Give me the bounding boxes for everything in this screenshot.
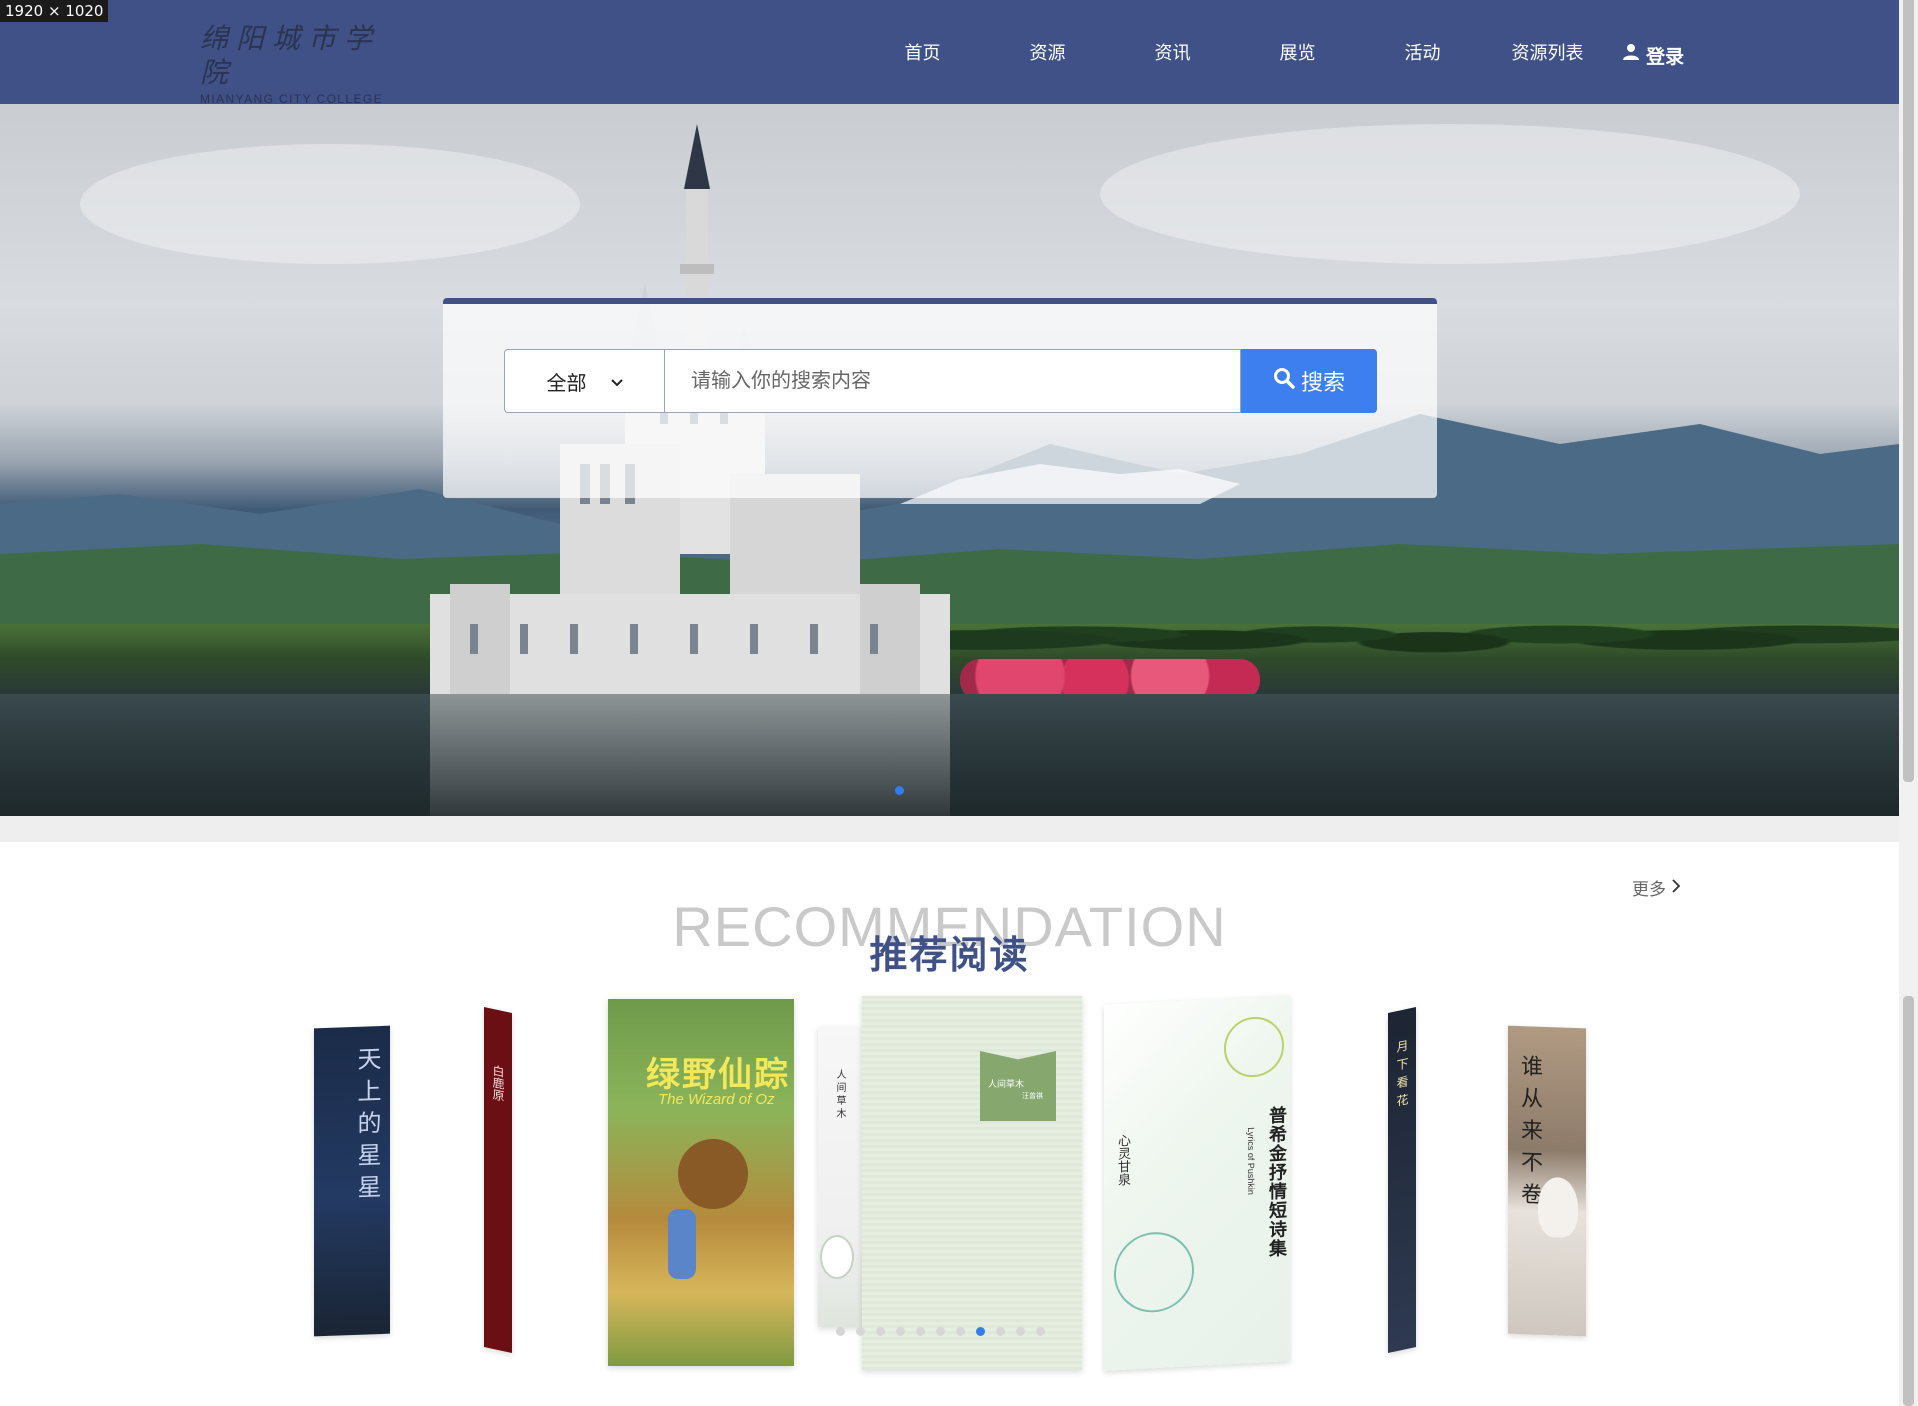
book-cover[interactable]: 普希金抒情短诗集 Lyrics of Pushkin 心灵甘泉	[1104, 995, 1290, 1371]
book-label-block: 人间草木 汪曾祺	[980, 1051, 1056, 1121]
carousel-pagination	[836, 1327, 1045, 1336]
screen-size-label: 1920 × 1020	[0, 0, 109, 22]
college-logo[interactable]: 绵阳城市学院 MIANYANG CITY COLLEGE	[200, 22, 390, 106]
book-series: 心灵甘泉	[1116, 1133, 1131, 1187]
person-illustration	[1538, 1176, 1578, 1239]
carousel-dot[interactable]	[876, 1327, 885, 1336]
book-author: 汪曾祺	[1022, 1093, 1043, 1100]
castle-reflection	[430, 694, 950, 816]
nav-item-resources[interactable]: 资源	[985, 39, 1110, 65]
carousel-dot[interactable]	[916, 1327, 925, 1336]
book-cover[interactable]: 月下看花	[1388, 1007, 1416, 1353]
book-cover-text: 白鹿原	[491, 1063, 505, 1103]
book-cover-text: 月下看花	[1395, 1038, 1409, 1114]
book-cover[interactable]: 人间草木	[818, 1027, 862, 1327]
carousel-dot[interactable]	[956, 1327, 965, 1336]
search-button-label: 搜索	[1300, 370, 1345, 395]
search-icon	[1273, 367, 1295, 395]
nav-item-exhibition[interactable]: 展览	[1235, 39, 1360, 65]
login-button[interactable]: 登录	[1622, 42, 1684, 69]
top-navbar: 绵阳城市学院 MIANYANG CITY COLLEGE 首页 资源 资讯 展览…	[0, 0, 1899, 106]
nav-item-news[interactable]: 资讯	[1110, 39, 1235, 65]
leaf-illustration	[1114, 1230, 1194, 1315]
carousel-dot[interactable]	[896, 1327, 905, 1336]
search-input[interactable]	[664, 349, 1241, 413]
search-category-value: 全部	[546, 372, 587, 395]
user-icon	[1622, 43, 1640, 67]
carousel-dot[interactable]	[1036, 1327, 1045, 1336]
book-cover[interactable]: 天上的星星	[314, 1025, 390, 1337]
search-button[interactable]: 搜索	[1241, 349, 1377, 413]
book-title: 普希金抒情短诗集	[1267, 1105, 1287, 1259]
lion-illustration	[678, 1139, 748, 1209]
flower-illustration	[822, 1237, 852, 1277]
carousel-dot[interactable]	[1016, 1327, 1025, 1336]
dorothy-illustration	[668, 1209, 696, 1279]
nav-item-home[interactable]: 首页	[860, 39, 985, 65]
cloud	[1100, 124, 1800, 264]
book-cover-text: 人间草木	[834, 1069, 845, 1121]
logo-chinese-name: 绵阳城市学院	[200, 22, 381, 89]
nav-item-resource-list[interactable]: 资源列表	[1485, 39, 1610, 65]
recommended-reading-section: 更多 RECOMMENDATION 推荐阅读 天上的星星 白鹿原 绿野仙踪 Th…	[0, 842, 1899, 1406]
banner-slide-indicator[interactable]	[895, 786, 904, 795]
page-scrollbar[interactable]	[1899, 0, 1918, 1406]
book-cover[interactable]: 绿野仙踪 The Wizard of Oz	[608, 999, 794, 1366]
carousel-dot[interactable]	[996, 1327, 1005, 1336]
carousel-dot[interactable]	[856, 1327, 865, 1336]
book-cover[interactable]: 白鹿原	[484, 1007, 512, 1353]
carousel-dot-active[interactable]	[976, 1327, 985, 1336]
search-category-select[interactable]: 全部	[504, 349, 664, 413]
login-label: 登录	[1646, 46, 1685, 68]
book-cover-active[interactable]: 人间草木 汪曾祺	[862, 996, 1082, 1370]
search-bar: 全部 搜索	[504, 349, 1377, 413]
leaf-illustration	[1224, 1015, 1284, 1079]
book-title: 绿野仙踪	[646, 1056, 790, 1094]
book-subtitle: The Wizard of Oz	[658, 1091, 775, 1108]
scrollbar-thumb[interactable]	[1903, 996, 1914, 1406]
search-panel: 全部 搜索	[443, 298, 1437, 498]
scrollbar-thumb[interactable]	[1903, 0, 1914, 782]
book-cover-text: 天上的星星	[353, 1046, 380, 1207]
main-nav: 首页 资源 资讯 展览 活动 资源列表 登录	[860, 0, 1685, 104]
nav-item-activities[interactable]: 活动	[1360, 39, 1485, 65]
section-title-cn: 推荐阅读	[869, 935, 1030, 977]
carousel-dot[interactable]	[836, 1327, 845, 1336]
book-title: 人间草木	[988, 1079, 1025, 1089]
book-cover[interactable]: 谁从来不卷	[1508, 1025, 1586, 1337]
carousel-dot[interactable]	[936, 1327, 945, 1336]
chevron-down-icon	[610, 370, 623, 393]
book-subtitle: Lyrics of Pushkin	[1246, 1126, 1256, 1196]
section-divider	[0, 816, 1899, 842]
